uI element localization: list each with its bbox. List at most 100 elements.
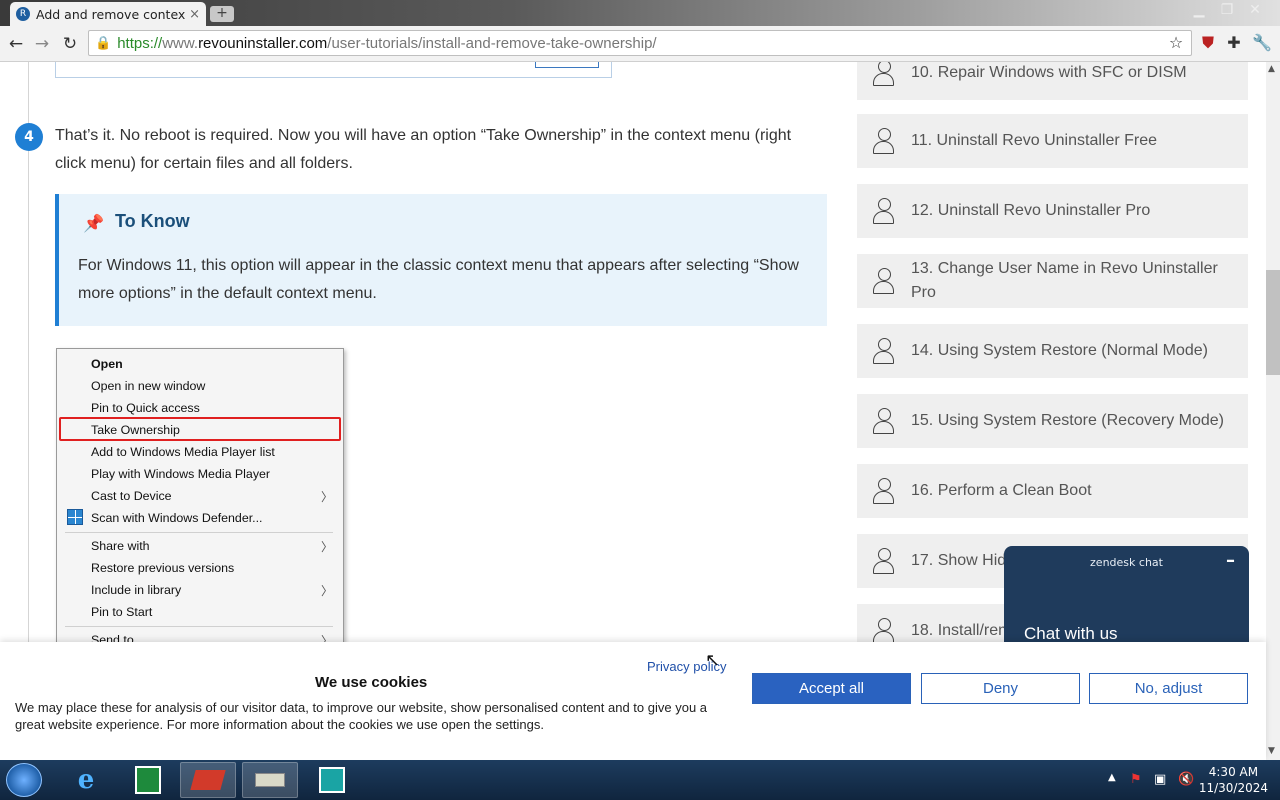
pushpin-icon: 📌: [83, 214, 105, 234]
sidebar-item-label: 12. Uninstall Revo Uninstaller Pro: [911, 202, 1151, 219]
url-subdomain: www.: [162, 34, 199, 52]
new-tab-button[interactable]: +: [210, 6, 234, 22]
user-icon: [857, 338, 911, 364]
reload-icon[interactable]: ↻: [60, 34, 80, 54]
menu-separator: [65, 532, 333, 533]
close-window-icon[interactable]: ✕: [1242, 0, 1268, 20]
menu-item-take-ownership: Take Ownership: [91, 423, 180, 437]
cookie-description: We may place these for analysis of our v…: [15, 700, 708, 732]
step-description: That’s it. No reboot is required. Now yo…: [55, 127, 792, 172]
menu-item-scan-defender: Scan with Windows Defender...: [91, 511, 263, 525]
windows-taskbar: e ▲ ⚑ ▣ 🔇 4:30 AM 11/30/2024: [0, 760, 1280, 800]
submenu-arrow-icon: 〉: [320, 584, 333, 598]
menu-item-add-wmp-list: Add to Windows Media Player list: [91, 445, 275, 459]
scroll-up-icon[interactable]: ▲: [1268, 64, 1275, 74]
sidebar-item-system-restore-recovery[interactable]: 15. Using System Restore (Recovery Mode): [857, 394, 1248, 448]
sidebar-item-label: 14. Using System Restore (Normal Mode): [911, 342, 1208, 359]
tab-close-icon[interactable]: ×: [189, 7, 200, 22]
user-icon: [857, 618, 911, 644]
start-button-icon[interactable]: [6, 763, 42, 797]
clock-date: 11/30/2024: [1198, 781, 1268, 795]
menu-item-open: Open: [91, 357, 123, 371]
sidebar-item-label: 11. Uninstall Revo Uninstaller Free: [911, 132, 1158, 149]
submenu-arrow-icon: 〉: [320, 540, 333, 554]
page-scrollbar[interactable]: ▲ ▼: [1266, 62, 1280, 760]
user-icon: [857, 408, 911, 434]
step-number-badge: 4: [15, 123, 43, 151]
url-scheme: https://: [117, 34, 163, 52]
mouse-cursor-icon: ↖: [705, 650, 721, 670]
to-know-body: For Windows 11, this option will appear …: [78, 257, 799, 302]
menu-item-restore-versions: Restore previous versions: [91, 561, 235, 575]
to-know-callout: 📌 To Know For Windows 11, this option wi…: [55, 194, 827, 326]
user-icon: [857, 268, 911, 294]
extensions-puzzle-icon[interactable]: ✚: [1224, 33, 1244, 53]
user-icon: [857, 128, 911, 154]
cookie-banner: Privacy policy We use cookies We may pla…: [0, 642, 1266, 760]
bookmark-star-icon[interactable]: ☆: [1166, 33, 1186, 53]
forward-arrow-icon[interactable]: →: [32, 34, 52, 54]
contacts-app-icon[interactable]: [304, 762, 360, 798]
to-know-heading: To Know: [115, 211, 190, 231]
adjust-button[interactable]: No, adjust: [1089, 673, 1248, 704]
user-icon: [857, 478, 911, 504]
clock-time: 4:30 AM: [1208, 765, 1259, 779]
ublock-extension-icon[interactable]: ⛊: [1198, 33, 1218, 53]
settings-wrench-icon[interactable]: 🔧: [1252, 33, 1272, 53]
secure-lock-icon: 🔒: [95, 35, 112, 50]
sidebar-item-system-restore-normal[interactable]: 14. Using System Restore (Normal Mode): [857, 324, 1248, 378]
sidebar-item-label: 10. Repair Windows with SFC or DISM: [911, 64, 1187, 81]
steps-timeline-line: [28, 62, 29, 662]
menu-item-share-with: Share with: [91, 539, 150, 553]
scroll-down-icon[interactable]: ▼: [1268, 746, 1275, 756]
drive-app-taskbar-icon[interactable]: [242, 762, 298, 798]
revo-uninstaller-taskbar-icon[interactable]: [180, 762, 236, 798]
url-domain: revouninstaller.com: [198, 34, 328, 52]
windows-defender-icon: [67, 509, 83, 525]
menu-item-play-wmp: Play with Windows Media Player: [91, 467, 271, 481]
accept-all-button[interactable]: Accept all: [752, 673, 911, 704]
menu-item-cast-to-device: Cast to Device: [91, 489, 172, 503]
menu-item-open-new-window: Open in new window: [91, 379, 206, 393]
user-icon: [857, 548, 911, 574]
sidebar-item-uninstall-pro[interactable]: 12. Uninstall Revo Uninstaller Pro: [857, 184, 1248, 238]
sidebar-item-label: 17. Show Hid: [911, 552, 1007, 569]
browser-tab-bar: R Add and remove context m × + ▁ ❐ ✕: [0, 0, 1280, 26]
sidebar-item-label: 18. Install/rem: [911, 622, 1012, 639]
sidebar-item-uninstall-free[interactable]: 11. Uninstall Revo Uninstaller Free: [857, 114, 1248, 168]
sidebar-item-label: 13. Change User Name in Revo Uninstaller…: [911, 260, 1218, 301]
tab-title: Add and remove context m: [36, 6, 186, 22]
deny-button[interactable]: Deny: [921, 673, 1080, 704]
sidebar-item-repair-windows[interactable]: 10. Repair Windows with SFC or DISM: [857, 62, 1248, 100]
sidebar-item-label: 15. Using System Restore (Recovery Mode): [911, 412, 1224, 429]
sidebar-item-label: 16. Perform a Clean Boot: [911, 482, 1092, 499]
sidebar-item-change-user-name[interactable]: 13. Change User Name in Revo Uninstaller…: [857, 254, 1248, 308]
scrollbar-thumb[interactable]: [1266, 270, 1280, 375]
url-path: /user-tutorials/install-and-remove-take-…: [327, 34, 657, 52]
chat-minimize-button[interactable]: –: [1226, 550, 1235, 571]
menu-item-pin-quick-access: Pin to Quick access: [91, 401, 200, 415]
system-clock[interactable]: 4:30 AM 11/30/2024: [1199, 764, 1268, 796]
restore-window-icon[interactable]: ❐: [1214, 0, 1240, 20]
cookie-title: We use cookies: [315, 674, 428, 691]
previous-screenshot-bottom: [55, 62, 612, 78]
browser-tab[interactable]: R Add and remove context m ×: [10, 2, 206, 26]
chat-brand: zendesk chat: [1090, 556, 1163, 569]
tray-expand-icon[interactable]: ▲: [1108, 772, 1116, 783]
site-favicon-icon: R: [16, 7, 30, 21]
minimize-window-icon[interactable]: ▁: [1186, 0, 1212, 20]
context-menu-screenshot: Open Open in new window Pin to Quick acc…: [56, 348, 344, 648]
sidebar-item-clean-boot[interactable]: 16. Perform a Clean Boot: [857, 464, 1248, 518]
back-arrow-icon[interactable]: ←: [6, 34, 26, 54]
spreadsheet-app-icon[interactable]: [120, 762, 176, 798]
user-icon: [857, 198, 911, 224]
network-icon[interactable]: ▣: [1154, 772, 1166, 787]
menu-item-include-library: Include in library: [91, 583, 182, 597]
address-bar[interactable]: 🔒 https://www. revouninstaller.com/user-t…: [88, 30, 1192, 56]
menu-item-pin-start: Pin to Start: [91, 605, 153, 619]
volume-muted-icon[interactable]: 🔇: [1178, 772, 1194, 787]
menu-separator: [65, 626, 333, 627]
action-center-flag-icon[interactable]: ⚑: [1130, 772, 1142, 787]
internet-explorer-icon[interactable]: e: [58, 762, 114, 798]
user-icon: [857, 62, 911, 86]
